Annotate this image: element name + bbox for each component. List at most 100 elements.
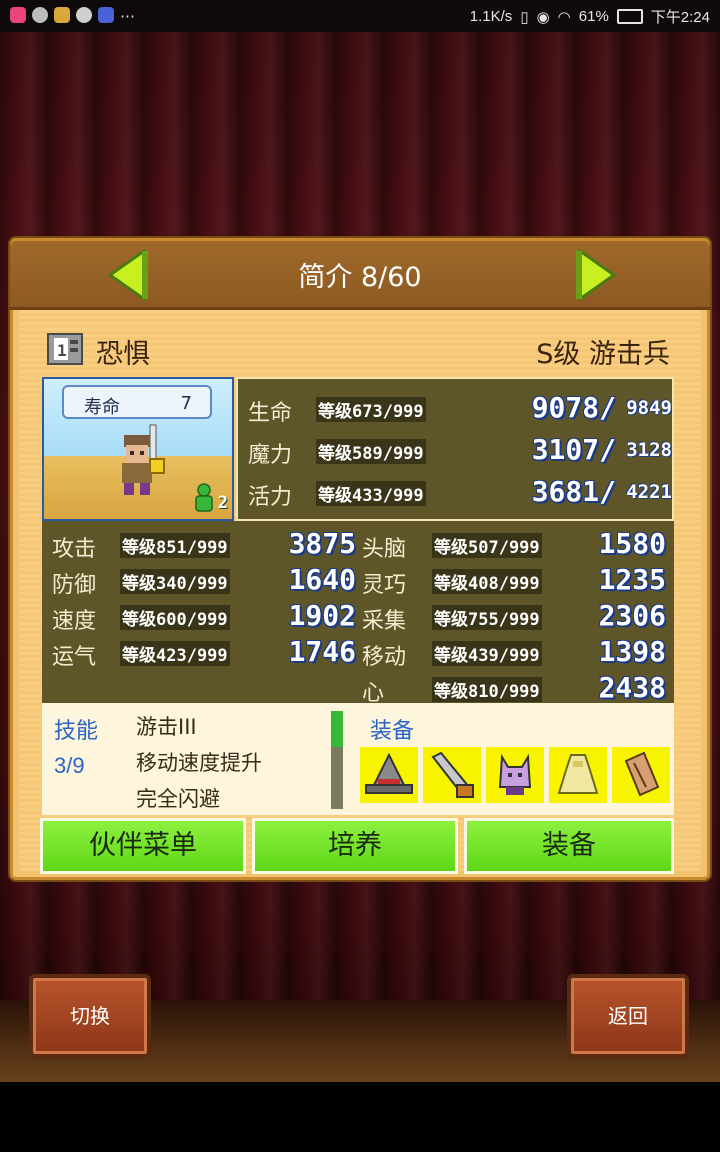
vibrate-icon: ▯ [520,8,529,26]
eye-icon: ◉ [536,8,550,26]
bottom-letterbox [0,1082,720,1152]
battery-percent: 61% [578,8,609,25]
character-portrait: 寿命 7 2 [42,377,234,521]
stat-row-gathering: 采集 等级755/999 2306 [362,599,672,635]
stat-row-stamina: 活力 等级433/999 3681/ 4221 [248,475,672,511]
stat-level: 等级433/999 [316,481,426,506]
train-button[interactable]: 培养 [252,818,458,874]
stat-level: 等级851/999 [120,533,230,558]
stat-row-mp: 魔力 等级589/999 3107/ 3128 [248,433,672,469]
stat-level: 等级340/999 [120,569,230,594]
stat-value: 1235 [598,563,666,596]
cat-mask-icon [498,753,532,795]
skills-title: 技能 [54,719,99,744]
stat-value: 1902 [288,599,356,632]
arrow-right-icon [576,248,617,302]
vital-stats-panel: 生命 等级673/999 9078/ 9849 魔力 等级589/999 310… [236,377,674,521]
equip-slot-accessory[interactable] [486,747,544,803]
stat-max: 3128 [626,439,672,461]
stat-level: 等级810/999 [432,677,542,702]
stat-level: 等级408/999 [432,569,542,594]
stat-row-heart: 心 等级810/999 2438 [362,671,672,707]
stat-level: 等级507/999 [432,533,542,558]
skill-item[interactable]: 移动速度提升 [136,747,262,777]
stat-value: 1640 [288,563,356,596]
partner-count: 2 [217,493,228,513]
status-bar: ⋯ 1.1K/s ▯ ◉ ◠ 61% 下午2:24 [0,0,720,32]
stat-value: 9078/ [531,391,616,424]
stat-label: 生命 [248,401,293,426]
network-speed: 1.1K/s [469,8,513,25]
profile-book-icon: 1 [47,333,83,365]
wechat-icon [32,7,48,23]
partner-menu-button[interactable]: 伙伴菜单 [40,818,246,874]
partner-count-badge: 2 [192,483,228,513]
svg-text:1: 1 [57,341,67,360]
stat-label: 采集 [362,609,407,634]
back-button[interactable]: 返回 [567,974,689,1058]
app-notification-icon [10,7,26,23]
stat-row-luck: 运气 等级423/999 1746 [52,635,362,671]
character-name: 恐惧 [96,339,150,370]
scroll-icon [624,751,660,797]
skills-scrollbar[interactable] [331,711,343,809]
stat-row-dexterity: 灵巧 等级408/999 1235 [362,563,672,599]
notification-icons: ⋯ [10,7,135,25]
stat-value: 2438 [598,671,666,704]
stat-value: 1580 [598,527,666,560]
clock: 下午2:24 [650,9,710,26]
lifespan-badge: 寿命 7 [62,385,212,419]
more-notifications-icon: ⋯ [120,8,135,25]
skills-scrollbar-thumb[interactable] [331,711,343,747]
equipment-title: 装备 [370,719,415,744]
stat-label: 速度 [52,609,97,634]
stat-level: 等级439/999 [432,641,542,666]
stat-value: 1398 [598,635,666,668]
stat-value: 3681/ [531,475,616,508]
skill-item[interactable]: 游击III [136,711,197,741]
stat-level: 等级423/999 [120,641,230,666]
skill-item[interactable]: 完全闪避 [136,783,220,813]
stat-value: 3875 [288,527,356,560]
skills-equipment-panel: 技能 3/9 游击III 移动速度提升 完全闪避 装备 [42,703,674,815]
game-notification-icon [54,7,70,23]
stat-label: 头脑 [362,537,407,562]
equip-button[interactable]: 装备 [464,818,674,874]
stat-label: 活力 [248,485,293,510]
stat-label: 魔力 [248,443,293,468]
equip-slot-armor[interactable] [549,747,607,803]
battery-icon [616,9,643,24]
next-arrow-button[interactable] [574,248,618,302]
stat-value: 3107/ [531,433,616,466]
character-class: S级 游击兵 [536,339,670,370]
stat-level: 等级600/999 [120,605,230,630]
stat-level: 等级755/999 [432,605,542,630]
stat-row-defense: 防御 等级340/999 1640 [52,563,362,599]
stat-label: 移动 [362,645,407,670]
equip-slot-weapon[interactable] [423,747,481,803]
stat-value: 2306 [598,599,666,632]
skills-count: 3/9 [54,753,85,778]
stat-row-intellect: 头脑 等级507/999 1580 [362,527,672,563]
stat-row-attack: 攻击 等级851/999 3875 [52,527,362,563]
wifi-icon: ◠ [557,8,571,26]
attribute-stats-panel: 攻击 等级851/999 3875 防御 等级340/999 1640 速度 等… [42,521,674,706]
switch-button[interactable]: 切换 [29,974,151,1058]
wizard-hat-icon [365,752,413,794]
stat-label: 运气 [52,645,97,670]
browser-icon [98,7,114,23]
dress-icon [557,754,599,794]
profile-header: 简介 8/60 [10,241,710,310]
qq-icon [76,7,92,23]
stat-value: 1746 [288,635,356,668]
stat-label: 攻击 [52,537,97,562]
equip-slot-item[interactable] [612,747,670,803]
stat-max: 4221 [626,481,672,503]
stat-label: 灵巧 [362,573,407,598]
stat-row-hp: 生命 等级673/999 9078/ 9849 [248,391,672,427]
lifespan-value: 7 [180,393,192,414]
chainsaw-icon [431,751,474,798]
stat-level: 等级589/999 [316,439,426,464]
stat-level: 等级673/999 [316,397,426,422]
equip-slot-hat[interactable] [360,747,418,803]
